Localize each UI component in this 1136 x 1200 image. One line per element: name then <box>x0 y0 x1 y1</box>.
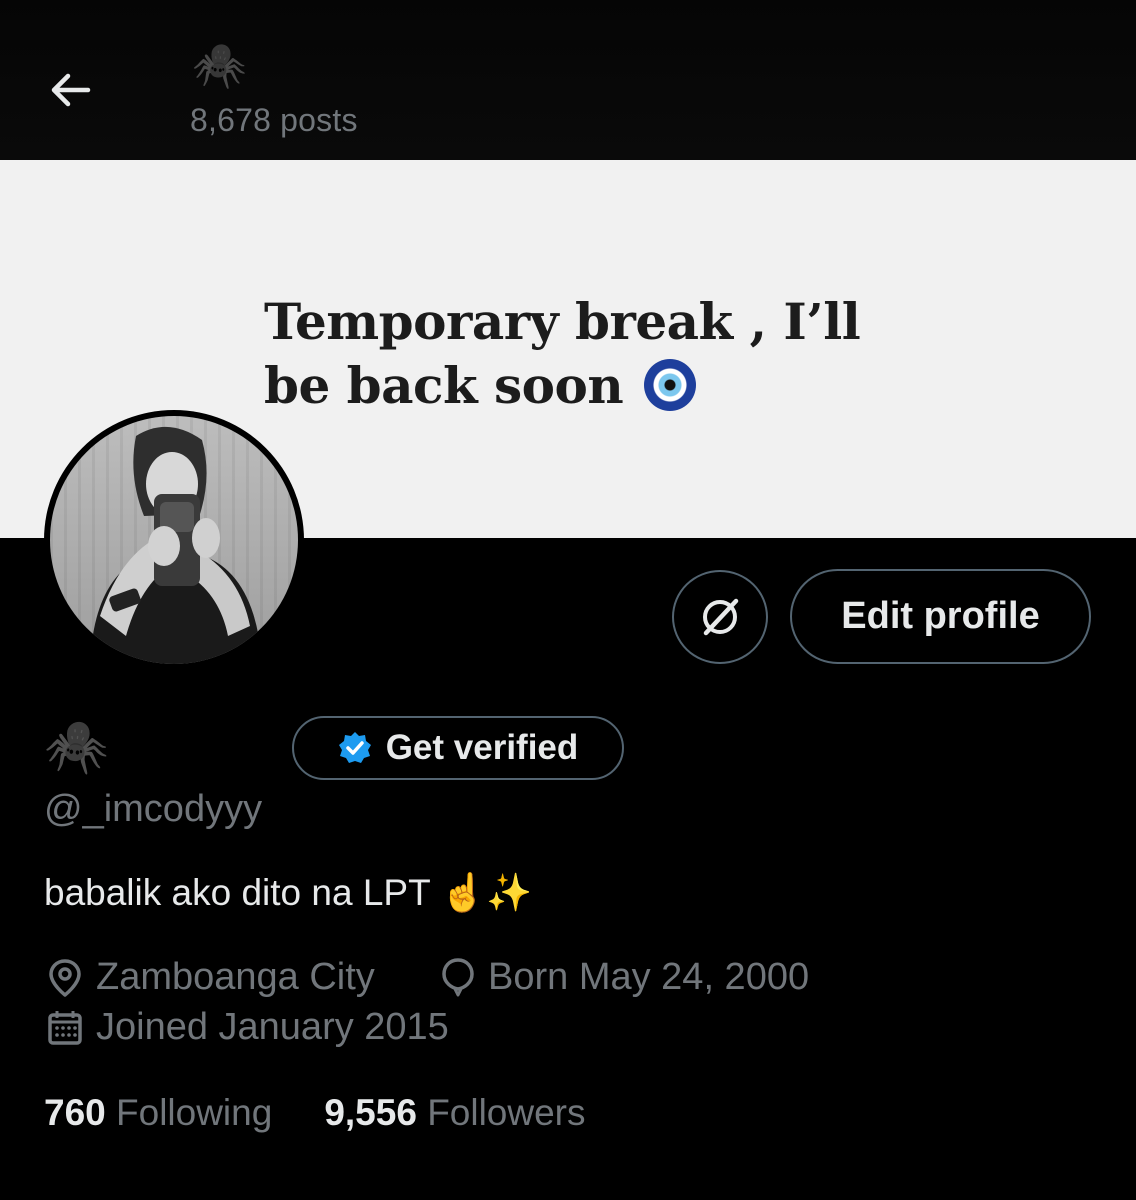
get-verified-label: Get verified <box>385 728 579 767</box>
profile-page: 🕷️ 8,678 posts Temporary break , I’ll be… <box>0 0 1136 1200</box>
verified-badge-icon <box>338 732 371 763</box>
birthday-text: Born May 24, 2000 <box>488 956 810 998</box>
profile-stats: 760 Following 9,556 Followers <box>44 1092 586 1134</box>
following-count: 760 <box>44 1092 106 1133</box>
followers-count: 9,556 <box>324 1092 417 1133</box>
banner-text: Temporary break , I’ll be back soon <box>264 290 964 418</box>
banner-line-1: Temporary break , I’ll <box>264 292 861 351</box>
arrow-left-icon <box>51 73 91 107</box>
avatar-photo <box>50 416 298 664</box>
following-label: Following <box>116 1092 273 1133</box>
header-display-name: 🕷️ <box>192 41 247 90</box>
edit-profile-button[interactable]: Edit profile <box>790 569 1091 664</box>
avatar[interactable] <box>44 410 304 670</box>
location-pin-icon <box>49 958 81 997</box>
location-item: Zamboanga City <box>46 956 375 999</box>
banner-line-2: be back soon <box>264 356 624 415</box>
following-link[interactable]: 760 Following <box>44 1092 272 1134</box>
get-verified-button[interactable]: Get verified <box>292 716 624 780</box>
evil-eye-icon <box>644 359 697 411</box>
display-name: 🕷️ <box>44 718 109 776</box>
balloon-icon <box>442 957 474 996</box>
grok-button[interactable] <box>672 570 768 664</box>
followers-label: Followers <box>427 1092 586 1133</box>
joined-text: Joined January 2015 <box>96 1006 449 1048</box>
followers-link[interactable]: 9,556 Followers <box>324 1092 585 1134</box>
birthday-item: Born May 24, 2000 <box>440 956 809 999</box>
grok-icon <box>703 598 739 636</box>
profile-handle: @_imcodyyy <box>44 788 263 830</box>
banner-line-2-wrap: be back soon <box>264 354 964 418</box>
top-bar: 🕷️ 8,678 posts <box>0 0 1136 160</box>
posts-count: 8,678 posts <box>190 102 358 138</box>
back-button[interactable] <box>40 64 100 116</box>
location-text: Zamboanga City <box>96 956 375 998</box>
joined-item: Joined January 2015 <box>46 1006 449 1049</box>
calendar-icon <box>48 1010 82 1045</box>
profile-bio: babalik ako dito na LPT ☝️✨ <box>44 872 533 913</box>
avatar-illustration <box>90 426 262 664</box>
